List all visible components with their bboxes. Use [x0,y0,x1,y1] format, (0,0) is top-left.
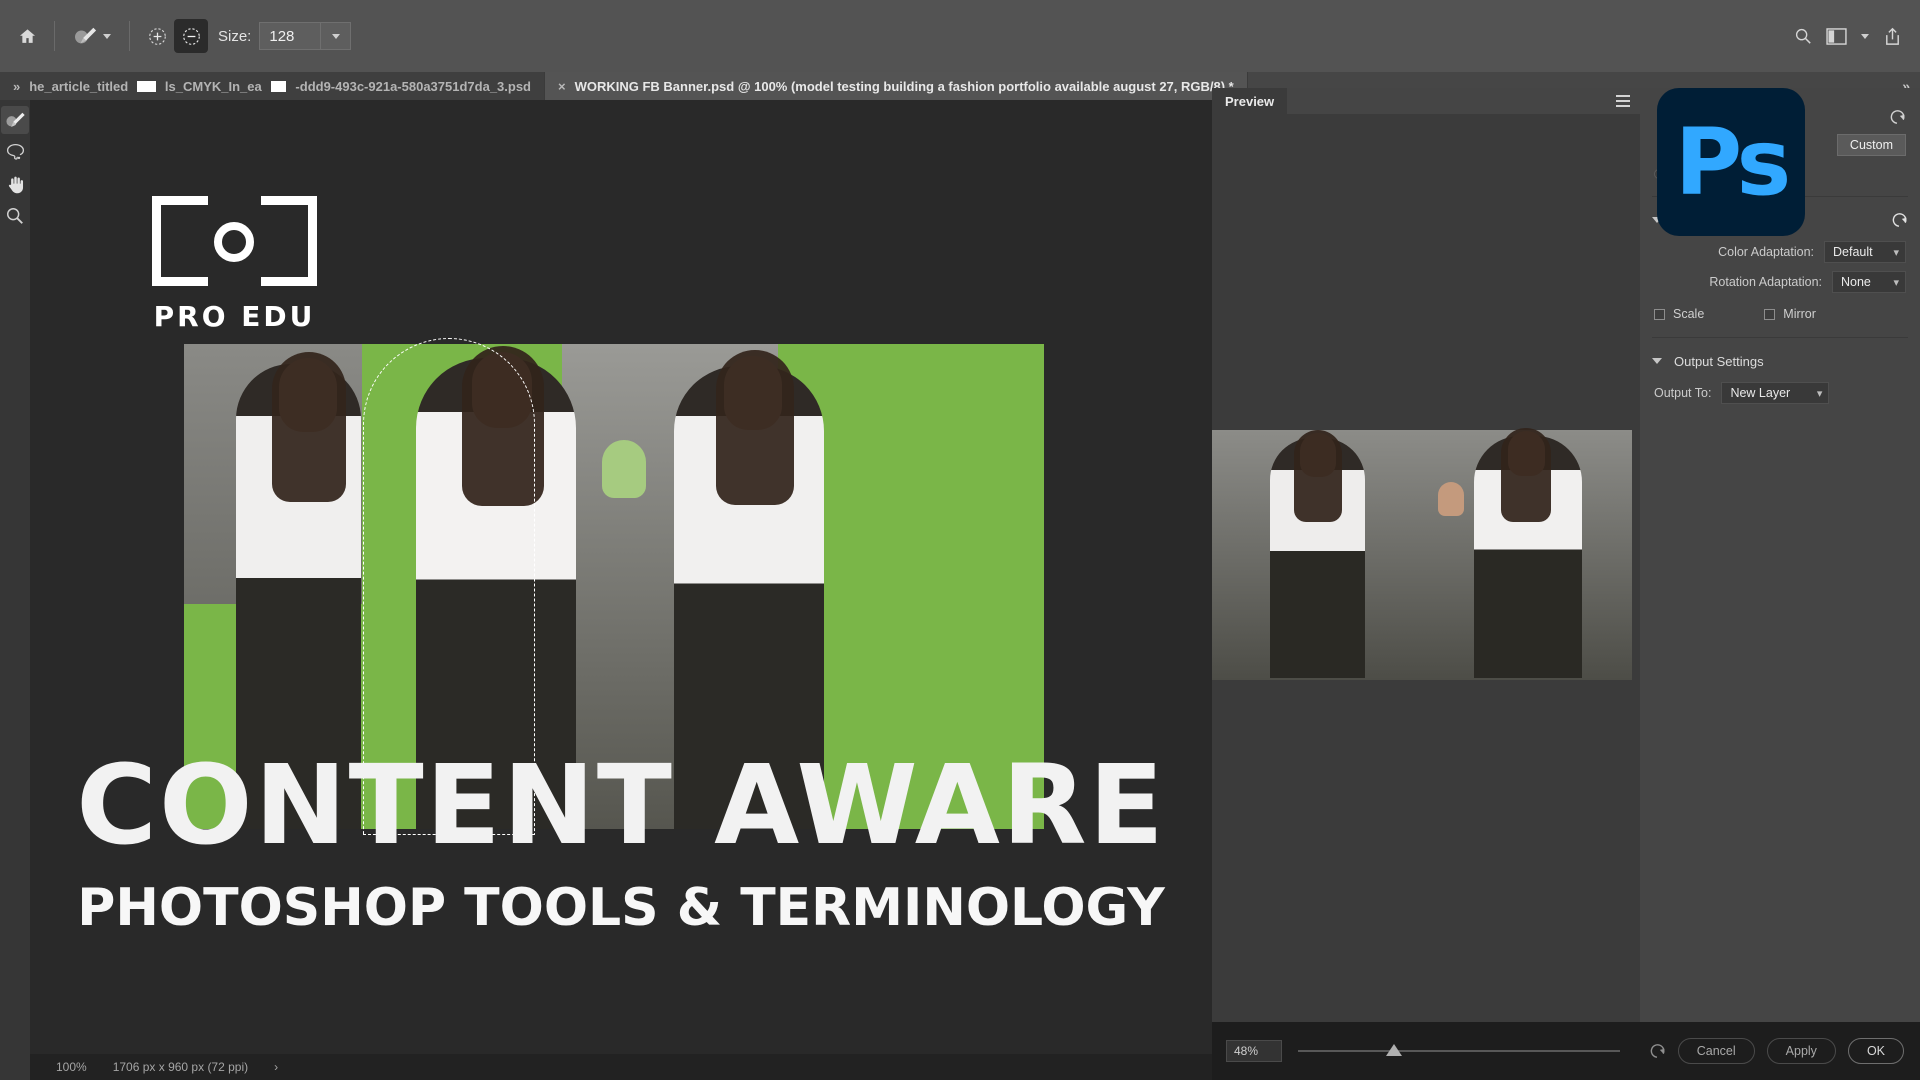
preview-zoom-bar: 48% [1212,1022,1640,1080]
document-tab-1-label-prefix: he_article_titled [29,79,128,94]
color-adaptation-row: Color Adaptation: Default ▾ [1640,237,1920,267]
spot-healing-brush-tool[interactable] [1,106,29,134]
scale-checkbox[interactable] [1654,309,1665,320]
chevron-down-icon: ▾ [1807,387,1823,400]
hand-tool[interactable] [1,170,29,198]
properties-panel-footer: Cancel Apply OK [1640,1022,1920,1080]
brush-size-label: Size: [218,28,251,45]
home-icon[interactable] [10,16,44,56]
status-dimensions: 1706 px x 960 px (72 ppi) [113,1060,248,1074]
photoshop-logo-text: Ps [1675,109,1788,216]
preview-zoom-input[interactable]: 48% [1226,1040,1282,1062]
document-tab-2-label: WORKING FB Banner.psd @ 100% (model test… [575,79,1234,94]
output-to-label: Output To: [1654,386,1711,400]
tab-overflow-icon: » [13,79,20,94]
close-icon[interactable]: × [558,79,566,94]
workspace-switcher-icon[interactable] [1826,28,1847,45]
redaction-block [271,81,287,92]
tab-preview[interactable]: Preview [1212,88,1287,114]
share-icon[interactable] [1883,27,1902,46]
document-tab-1[interactable]: » he_article_titled ls_CMYK_In_ea -ddd9-… [0,72,545,100]
pro-edu-logo-text: PRO EDU [152,300,317,333]
custom-button[interactable]: Custom [1837,134,1906,156]
rotation-adaptation-select[interactable]: None ▾ [1832,271,1906,293]
preview-panel-tab-row: Preview [1212,88,1640,114]
document-tab-2[interactable]: × WORKING FB Banner.psd @ 100% (model te… [545,72,1248,100]
photoshop-window: Size: 128 [0,0,1920,1080]
preview-panel-body[interactable] [1212,114,1640,1080]
redaction-block [137,81,156,92]
zoom-tool[interactable] [1,202,29,230]
subtract-from-selection-icon[interactable] [174,19,208,53]
chevron-down-icon[interactable] [1652,358,1662,364]
output-to-value: New Layer [1730,386,1790,400]
rotation-adaptation-row: Rotation Adaptation: None ▾ [1640,267,1920,297]
output-to-row: Output To: New Layer ▾ [1640,378,1920,408]
chevron-down-icon [103,34,111,39]
banner-subtitle: PHOTOSHOP TOOLS & TERMINOLOGY [30,878,1212,938]
status-zoom-level[interactable]: 100% [56,1060,87,1074]
slider-track [1298,1050,1620,1052]
rotation-adaptation-value: None [1841,275,1871,289]
search-icon[interactable] [1794,27,1812,45]
status-bar: 100% 1706 px x 960 px (72 ppi) › [30,1054,1212,1080]
brush-preset-picker[interactable] [65,25,119,47]
panel-menu-icon[interactable] [1616,95,1640,107]
preview-panel: Preview 48% [1212,88,1640,1080]
tools-panel [0,100,30,1080]
banner-text-block: CONTENT AWARE PHOTOSHOP TOOLS & TERMINOL… [30,750,1212,938]
divider [1652,337,1908,338]
document-tab-1-label-mid: ls_CMYK_In_ea [165,79,262,94]
chevron-down-icon: ▾ [1883,246,1899,259]
chevron-down-icon: ▾ [1883,276,1899,289]
photoshop-logo-badge: Ps [1657,88,1805,236]
ok-button[interactable]: OK [1848,1038,1904,1064]
mirror-checkbox[interactable] [1764,309,1775,320]
output-settings-title: Output Settings [1674,354,1764,369]
brush-size-input[interactable]: 128 [259,22,321,50]
pro-edu-logo: PRO EDU [152,196,317,336]
reset-icon[interactable] [1648,1043,1666,1059]
color-adaptation-label: Color Adaptation: [1718,245,1814,259]
preview-image [1212,430,1632,680]
canvas-area[interactable]: PRO EDU CONTENT AWARE PHOTOSHOP TOOLS & … [30,100,1212,1080]
document-tab-1-label-suffix: -ddd9-493c-921a-580a3751d7da_3.psd [295,79,531,94]
scale-label: Scale [1673,307,1704,321]
slider-thumb[interactable] [1386,1044,1402,1056]
output-to-select[interactable]: New Layer ▾ [1721,382,1829,404]
scale-mirror-row: Scale Mirror [1640,297,1920,331]
chevron-down-icon[interactable] [1861,34,1869,39]
output-settings-section-header[interactable]: Output Settings [1640,344,1920,378]
color-adaptation-select[interactable]: Default ▾ [1824,241,1906,263]
divider [54,21,55,51]
add-to-selection-icon[interactable] [140,19,174,53]
reset-icon[interactable] [1888,109,1906,125]
apply-button[interactable]: Apply [1767,1038,1836,1064]
cancel-button[interactable]: Cancel [1678,1038,1755,1064]
status-expand-icon[interactable]: › [274,1060,278,1074]
banner-title: CONTENT AWARE [30,750,1212,860]
color-adaptation-value: Default [1833,245,1873,259]
divider [129,21,130,51]
lasso-tool[interactable] [1,138,29,166]
rotation-adaptation-label: Rotation Adaptation: [1709,275,1822,289]
brush-size-dropdown-icon[interactable] [321,22,351,50]
mirror-label: Mirror [1783,307,1816,321]
preview-zoom-slider[interactable] [1298,1041,1626,1061]
options-bar: Size: 128 [0,0,1920,72]
reset-icon[interactable] [1890,212,1908,228]
content-aware-fill-properties-panel: Custom Sample All Layers Fill Settings C… [1640,88,1920,1080]
